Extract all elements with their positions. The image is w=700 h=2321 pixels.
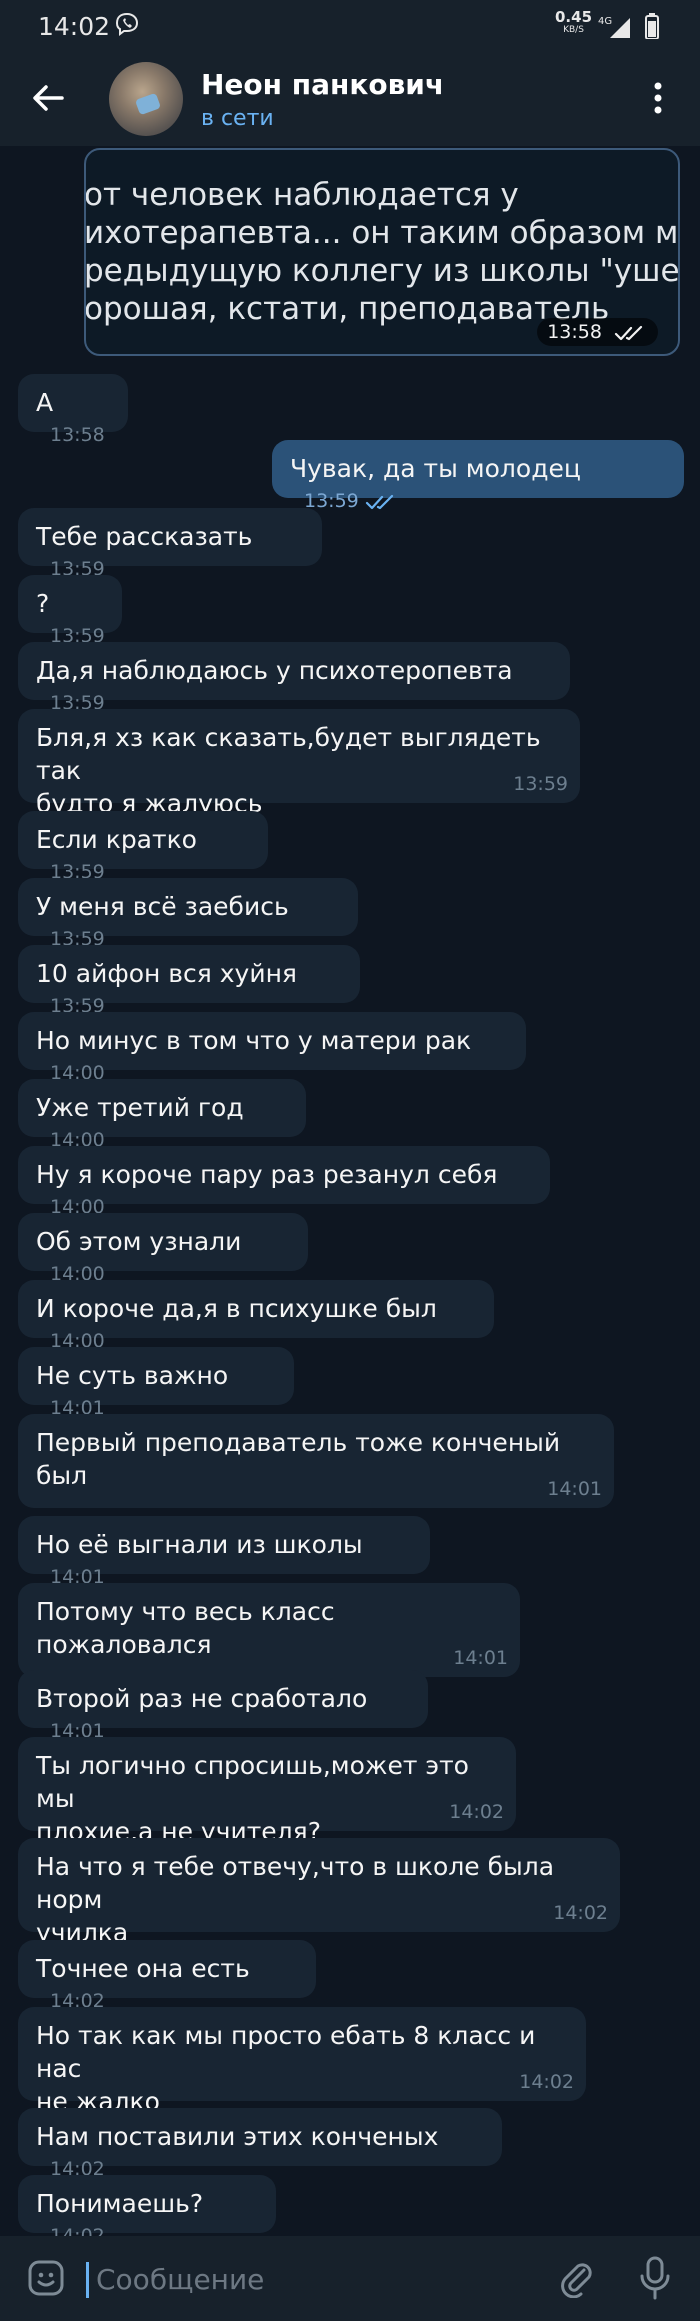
incoming-message[interactable]: Да,я наблюдаюсь у психотеропевта13:59 <box>18 642 570 714</box>
message-text: Да,я наблюдаюсь у психотеропевта <box>36 656 513 685</box>
message-list[interactable]: от человек наблюдается у ихотерапевта...… <box>0 0 700 2236</box>
incoming-message[interactable]: Нам поставили этих конченых14:02 <box>18 2108 502 2180</box>
message-time: 13:59 <box>513 773 568 795</box>
paperclip-icon[interactable] <box>556 2258 596 2298</box>
message-text: Первый преподаватель тоже конченый был <box>36 1428 569 1490</box>
message-text: ? <box>36 589 50 618</box>
message-text: У меня всё заебись <box>36 892 289 921</box>
incoming-message[interactable]: Уже третий год14:00 <box>18 1079 306 1151</box>
incoming-message[interactable]: Второй раз не сработало14:01 <box>18 1670 428 1742</box>
incoming-message[interactable]: Потому что весь класс пожаловался родака… <box>18 1583 520 1692</box>
message-text: Ну я короче пару раз резанул себя <box>36 1160 498 1189</box>
incoming-message[interactable]: И короче да,я в психушке был14:00 <box>18 1280 494 1352</box>
incoming-message[interactable]: Если кратко13:59 <box>18 811 268 883</box>
incoming-message[interactable]: 10 айфон вся хуйня13:59 <box>18 945 360 1017</box>
message-time: 14:02 <box>50 2225 105 2236</box>
incoming-message[interactable]: На что я тебе отвечу,что в школе была но… <box>18 1838 620 1947</box>
microphone-icon[interactable] <box>638 2256 672 2300</box>
message-time: 14:02 <box>449 1801 504 1823</box>
incoming-message[interactable]: Но так как мы просто ебать 8 класс и нас… <box>18 2007 586 2116</box>
incoming-message[interactable]: Первый преподаватель тоже конченый был 14… <box>18 1414 614 1508</box>
incoming-message[interactable]: Точнее она есть14:02 <box>18 1940 316 2012</box>
message-text: Но так как мы просто ебать 8 класс и нас… <box>36 2021 536 2116</box>
message-text: Уже третий год <box>36 1093 244 1122</box>
message-text: Второй раз не сработало <box>36 1684 368 1713</box>
message-text: Бля,я хз как сказать,будет выглядеть так… <box>36 723 541 818</box>
message-text: Но её выгнали из школы <box>36 1530 363 1559</box>
message-text: Точнее она есть <box>36 1954 250 1983</box>
incoming-message[interactable]: Ну я короче пару раз резанул себя14:00 <box>18 1146 550 1218</box>
incoming-message[interactable]: У меня всё заебись13:59 <box>18 878 358 950</box>
incoming-message[interactable]: Не суть важно14:01 <box>18 1347 294 1419</box>
message-text: Не суть важно <box>36 1361 229 1390</box>
message-text: Чувак, да ты молодец <box>290 454 581 483</box>
message-time: 14:02 <box>519 2071 574 2093</box>
incoming-message[interactable]: Тебе рассказать13:59 <box>18 508 322 580</box>
message-time: 14:01 <box>547 1478 602 1500</box>
message-text: 10 айфон вся хуйня <box>36 959 297 988</box>
double-check-icon <box>365 494 393 509</box>
incoming-message[interactable]: Понимаешь? 14:02 <box>18 2175 276 2236</box>
incoming-message[interactable]: Но её выгнали из школы14:01 <box>18 1516 430 1588</box>
message-text: Нам поставили этих конченых <box>36 2122 439 2151</box>
emoji-icon[interactable] <box>26 2258 66 2298</box>
forwarded-text: от человек наблюдается у ихотерапевта...… <box>84 177 680 327</box>
message-input[interactable] <box>94 2256 528 2302</box>
message-time: 14:02 <box>553 1902 608 1924</box>
message-text: Тебе рассказать <box>36 522 253 551</box>
double-check-icon <box>614 325 643 340</box>
message-text: Ты логично спросишь,может это мы плохие,… <box>36 1751 469 1846</box>
message-time: 13:59 <box>304 490 399 512</box>
incoming-message[interactable]: Но минус в том что у матери рак14:00 <box>18 1012 526 1084</box>
outgoing-message[interactable]: Чувак, да ты молодец 13:59 <box>272 440 684 512</box>
forwarded-message[interactable]: от человек наблюдается у ихотерапевта...… <box>84 148 680 356</box>
message-time: 13:58 <box>537 318 658 346</box>
incoming-message[interactable]: Ты логично спросишь,может это мы плохие,… <box>18 1737 516 1846</box>
incoming-message[interactable]: ?13:59 <box>18 575 122 647</box>
message-text: Понимаешь? <box>36 2189 204 2218</box>
message-text: Если кратко <box>36 825 197 854</box>
message-input-bar <box>0 2236 700 2321</box>
message-text: На что я тебе отвечу,что в школе была но… <box>36 1852 555 1947</box>
message-text: Но минус в том что у матери рак <box>36 1026 472 1055</box>
message-text: А <box>36 388 54 417</box>
message-text: Об этом узнали <box>36 1227 242 1256</box>
message-text: И короче да,я в психушке был <box>36 1294 437 1323</box>
incoming-message[interactable]: Бля,я хз как сказать,будет выглядеть так… <box>18 709 580 818</box>
incoming-message[interactable]: А 13:58 <box>18 374 128 446</box>
message-time: 13:58 <box>50 424 105 446</box>
text-cursor <box>86 2262 89 2298</box>
incoming-message[interactable]: Об этом узнали14:00 <box>18 1213 308 1285</box>
message-time: 14:01 <box>453 1647 508 1669</box>
